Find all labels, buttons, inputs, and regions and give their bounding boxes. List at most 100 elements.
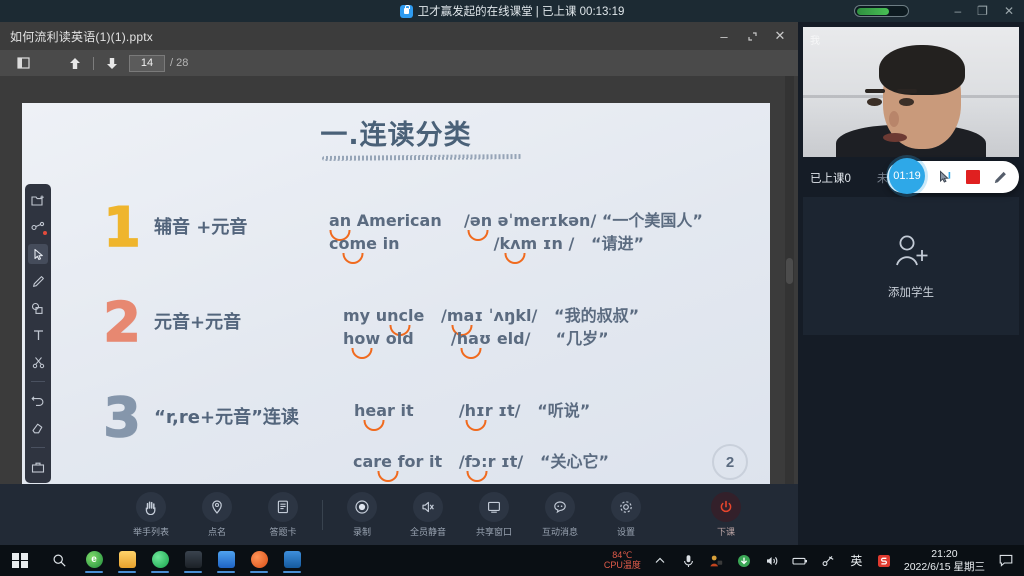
slide-stage: 一.连读分类 1 辅音 +元音 an American /ən əˈmerɪkə… [0,76,798,506]
control-raise-hand[interactable]: 举手列表 [118,491,184,538]
ppt-title-bar: 如何流利读英语(1)(1).pptx – ✕ [0,22,798,50]
raise-hand-icon [136,491,166,522]
example-phonetic: ɪt/ [501,452,524,472]
scissors-icon[interactable] [28,352,48,372]
action-center-icon[interactable] [996,545,1016,576]
row-category-2: 元音+元音 [154,312,242,333]
control-label: 设置 [616,526,635,537]
ppt-restore-button[interactable] [738,22,766,50]
chat-message-icon [545,491,575,522]
cpu-temperature-indicator[interactable]: 84℃ CPU温度 [603,550,641,570]
control-mute-all[interactable]: 全员静音 [395,491,461,538]
control-label: 录制 [352,526,371,537]
edge-browser-icon[interactable]: e [82,548,106,574]
slide-vertical-scrollbar[interactable] [785,76,794,506]
sogou-icon[interactable] [876,552,893,569]
windows-start-icon[interactable] [0,552,40,569]
control-divider [322,499,323,530]
example-word: old [385,329,414,349]
taskbar-clock[interactable]: 21:20 2022/6/15 星期三 [904,548,985,573]
new-folder-icon[interactable] [28,190,48,210]
row-number-2: 2 [102,291,141,354]
taskbar-search-icon[interactable] [40,553,78,568]
control-settings[interactable]: 设置 [593,491,659,538]
arrow-up-icon[interactable] [64,54,86,72]
annotation-tool-rail [25,184,51,483]
camera-self-label: 我 [810,36,820,47]
cpu-temp-label: CPU温度 [603,559,641,570]
slide-row-2: 2 元音+元音 my uncle /maɪ ˈʌŋkl/ “我的叔叔” how … [90,291,639,354]
slide-canvas[interactable]: 一.连读分类 1 辅音 +元音 an American /ən əˈmerɪkə… [22,103,770,494]
control-chat-message[interactable]: 互动消息 [527,491,593,538]
page-total-label: / 28 [170,57,189,69]
ppt-close-button[interactable]: ✕ [766,22,794,50]
example-word: uncle [376,304,425,327]
control-answer-card[interactable]: 答题卡 [250,491,316,538]
control-record[interactable]: 录制 [329,491,395,538]
volume-icon[interactable] [764,552,781,569]
battery-icon[interactable] [792,552,809,569]
dark-app-icon[interactable] [181,548,205,574]
pen-icon[interactable] [28,271,48,291]
slide-row-1: 1 辅音 +元音 an American /ən əˈmerɪkən/ “一个美… [90,200,702,256]
desktop-root: 卫才赢发起的在线课堂 | 已上课 00:13:19 – ❐ ✕ 如何流利读英语(… [0,0,1024,576]
control-share-window[interactable]: 共享窗口 [461,491,527,538]
shapes-icon[interactable] [28,298,48,318]
example-word: come [329,232,377,255]
cursor-select-icon[interactable] [28,244,48,264]
system-minimize-button[interactable]: – [954,4,961,18]
right-side-panel: 我 01:19 已上课0 未上课0 [798,22,1024,545]
row-category-3: “r,re+元音”连读 [154,407,299,428]
example-word: American [356,211,442,230]
security-icon[interactable] [708,552,725,569]
example-word: it [429,452,443,472]
control-group-left: 举手列表 点名 答题卡 [118,491,316,538]
windows-taskbar: e 84℃ CPU温度 英 21:20 2022/6/15 星期三 [0,545,1024,576]
scrollbar-thumb[interactable] [786,258,793,284]
microphone-icon[interactable] [680,552,697,569]
example-line: care for it /fɔ:r ɪt/ “关心它” [353,450,609,473]
clock-date: 2022/6/15 星期三 [903,560,985,573]
undo-icon[interactable] [28,391,48,411]
add-student-icon [892,233,930,274]
text-tool-icon[interactable] [28,325,48,345]
classroom-app-icon[interactable] [214,548,238,574]
system-restore-button[interactable]: ❐ [977,4,988,18]
arrow-down-icon[interactable] [101,54,123,72]
wechat-icon[interactable] [148,548,172,574]
example-phonetic: /ən [464,209,492,232]
toolbox-icon[interactable] [28,457,48,477]
ppt-minimize-button[interactable]: – [710,22,738,50]
teacher-camera-view[interactable]: 我 [803,27,1019,157]
roster-empty-state[interactable]: 添加学生 [803,197,1019,335]
eraser-icon[interactable] [28,418,48,438]
orange-app-icon[interactable] [247,548,271,574]
example-phonetic: ɪt/ [498,401,521,420]
media-player-icon[interactable] [280,548,304,574]
share-node-icon[interactable] [28,217,48,237]
chevron-up-icon[interactable] [652,552,669,569]
page-number-input[interactable]: 14 [129,54,165,72]
classroom-top-bar: 卫才赢发起的在线课堂 | 已上课 00:13:19 – ❐ ✕ [0,0,1024,22]
control-end-class[interactable]: 下课 [693,491,759,538]
ime-language-indicator[interactable]: 英 [848,552,865,569]
example-meaning: “几岁” [555,329,609,349]
stop-record-icon[interactable] [964,169,981,186]
cursor-pointer-icon[interactable] [936,169,953,186]
example-phonetic: ɪn / [542,234,575,254]
answer-card-icon [268,491,298,522]
example-phonetic: eld/ [496,329,531,349]
network-icon[interactable] [820,552,837,569]
file-explorer-icon[interactable] [115,548,139,574]
slide-title: 一.连读分类 [320,120,472,151]
update-icon[interactable] [736,552,753,569]
system-close-button[interactable]: ✕ [1004,4,1014,18]
row-examples-2: my uncle /maɪ ˈʌŋkl/ “我的叔叔” how old /haʊ… [329,296,639,350]
control-roll-call[interactable]: 点名 [184,491,250,538]
roster-tab-attended[interactable]: 已上课0 [810,170,851,186]
example-phonetic: /fɔ:r [459,450,496,473]
example-phonetic: /kʌm [494,232,538,255]
class-timer-badge[interactable]: 01:19 [889,158,925,194]
pen-icon[interactable] [992,169,1009,186]
sidebar-panel-icon[interactable] [12,54,34,72]
